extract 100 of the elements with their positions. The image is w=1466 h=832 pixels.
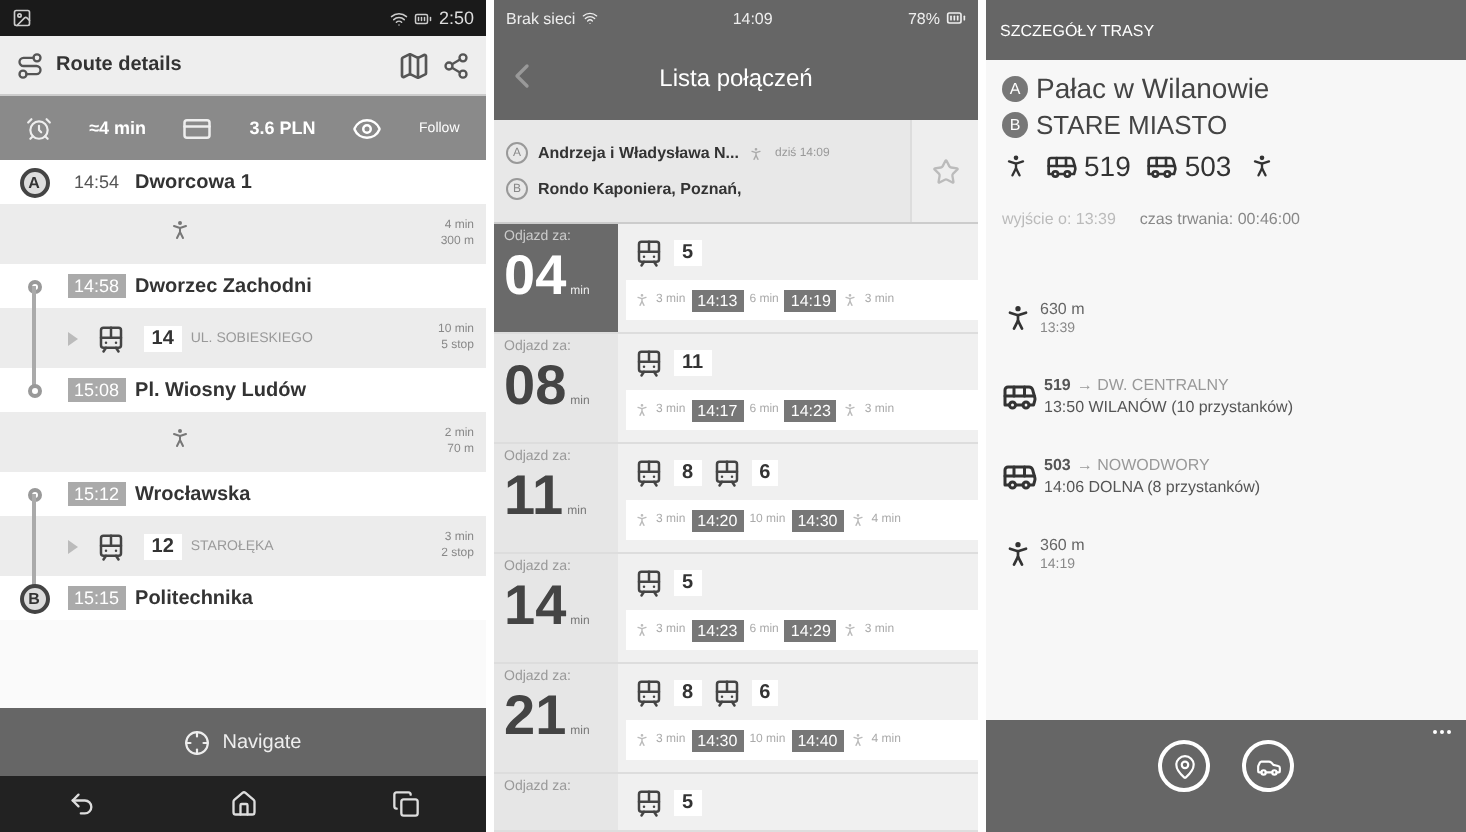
walking-person-icon — [1002, 152, 1030, 180]
alarm-clock-icon — [26, 115, 53, 141]
line-number: 5 — [674, 789, 702, 815]
departure-minutes: 21 — [504, 684, 567, 748]
stop-name: Dworcowa 1 — [135, 171, 252, 193]
walking-person-icon — [849, 732, 866, 748]
screen-title: Route details — [56, 54, 182, 76]
line-number: 5 — [674, 239, 702, 265]
time-box: 14:29 — [784, 619, 837, 641]
car-button[interactable] — [1242, 740, 1294, 792]
tram-icon — [95, 323, 126, 353]
time-box: 14:13 — [691, 289, 744, 311]
departure-minutes: 04 — [504, 244, 567, 308]
stop-name: Politechnika — [135, 587, 253, 609]
walking-person-icon — [168, 426, 192, 450]
stop-name: Pl. Wiosny Ludów — [135, 379, 306, 401]
walking-person-icon — [842, 622, 859, 638]
walking-person-icon — [842, 402, 859, 418]
time-box: 14:17 — [691, 399, 744, 421]
tram-icon — [634, 567, 664, 597]
tram-icon — [634, 347, 664, 377]
time-box: 14:23 — [784, 399, 837, 421]
tram-icon — [95, 531, 126, 561]
tram-icon — [711, 677, 742, 707]
screen-title: Lista połączeń — [659, 64, 813, 92]
line-number: 11 — [674, 349, 712, 375]
battery-icon — [945, 8, 966, 28]
line-number: 6 — [751, 459, 779, 485]
walking-person-icon — [634, 292, 650, 308]
map-icon[interactable] — [398, 49, 430, 81]
crosshair-icon — [184, 729, 211, 755]
departure-minutes: 14 — [504, 574, 567, 638]
back-icon[interactable] — [67, 790, 95, 818]
line-number: 12 — [143, 533, 182, 559]
departure-minutes: 11 — [504, 464, 564, 528]
battery-icon — [414, 9, 433, 27]
stop-time: 14:58 — [68, 274, 126, 298]
star-icon — [931, 157, 959, 185]
departure-text: wyjście o: 13:39 — [1002, 210, 1116, 228]
stop-time: 14:54 — [72, 170, 122, 194]
departure-minutes: 08 — [504, 354, 567, 418]
stop-marker: B — [19, 583, 49, 613]
line-number: 5 — [674, 569, 702, 595]
time-box: 14:20 — [691, 509, 744, 531]
stop-dot — [27, 383, 41, 397]
time-box: 14:40 — [791, 729, 844, 751]
origin-text: Andrzeja i Władysława N... — [538, 144, 739, 162]
status-time: 2:50 — [438, 8, 474, 28]
recent-apps-icon[interactable] — [391, 790, 419, 818]
line-number: 503 — [1044, 456, 1071, 474]
time-box: 14:23 — [691, 619, 744, 641]
line-number: 14 — [143, 325, 182, 351]
time-box: 14:30 — [791, 509, 844, 531]
stop-time: 15:12 — [68, 482, 126, 506]
destination-text: STARE MIASTO — [1036, 110, 1228, 140]
line-number: 8 — [674, 459, 702, 485]
direction-text: → NOWODWORY — [1076, 456, 1210, 474]
wifi-icon — [390, 9, 409, 27]
line-number: 6 — [751, 679, 779, 705]
walking-person-icon — [634, 402, 650, 418]
duration-text: ≈4 min — [89, 118, 147, 138]
walking-person-icon — [634, 512, 650, 528]
walking-person-icon — [842, 292, 859, 308]
stop-name: Wrocławska — [135, 483, 251, 505]
line-number: 8 — [674, 679, 702, 705]
ticket-icon — [182, 113, 213, 143]
walking-person-icon — [748, 145, 765, 161]
walking-person-icon — [849, 512, 866, 528]
location-button[interactable] — [1158, 740, 1210, 792]
duration-text: czas trwania: 00:46:00 — [1139, 210, 1300, 228]
price-text: 3.6 PLN — [249, 118, 316, 138]
destination-text: Rondo Kaponiera, Poznań, — [538, 180, 742, 198]
stop-time: 15:15 — [68, 586, 126, 610]
route-icon — [16, 51, 44, 79]
line-number: 519 — [1084, 150, 1131, 182]
stop-info-text: 14:06 DOLNA (8 przystanków) — [1044, 478, 1261, 496]
stop-name: Dworzec Zachodni — [135, 275, 312, 297]
image-icon — [12, 8, 32, 28]
status-time: 14:09 — [732, 9, 773, 27]
walking-person-icon — [634, 732, 650, 748]
origin-marker: A — [1002, 75, 1028, 101]
share-icon[interactable] — [442, 51, 470, 79]
origin-text: Pałac w Wilanowie — [1036, 72, 1270, 104]
wifi-icon — [581, 10, 598, 26]
tram-icon — [634, 457, 664, 487]
destination-marker: B — [1002, 112, 1028, 138]
line-number: 503 — [1184, 150, 1232, 182]
navigate-button[interactable]: Navigate — [0, 708, 486, 776]
home-icon[interactable] — [229, 790, 257, 818]
carrier-text: Brak sieci — [506, 9, 576, 27]
direction-text: → DW. CENTRALNY — [1076, 376, 1229, 394]
time-box: 14:30 — [691, 729, 744, 751]
screen-title: SZCZEGÓŁY TRASY — [1000, 21, 1155, 39]
distance-text: 360 m — [1040, 536, 1085, 554]
stop-marker: A — [19, 167, 49, 197]
tram-icon — [634, 787, 664, 817]
walking-person-icon — [168, 218, 192, 242]
walking-person-icon — [634, 622, 650, 638]
eye-icon[interactable] — [352, 113, 383, 143]
time-box: 14:19 — [784, 289, 837, 311]
